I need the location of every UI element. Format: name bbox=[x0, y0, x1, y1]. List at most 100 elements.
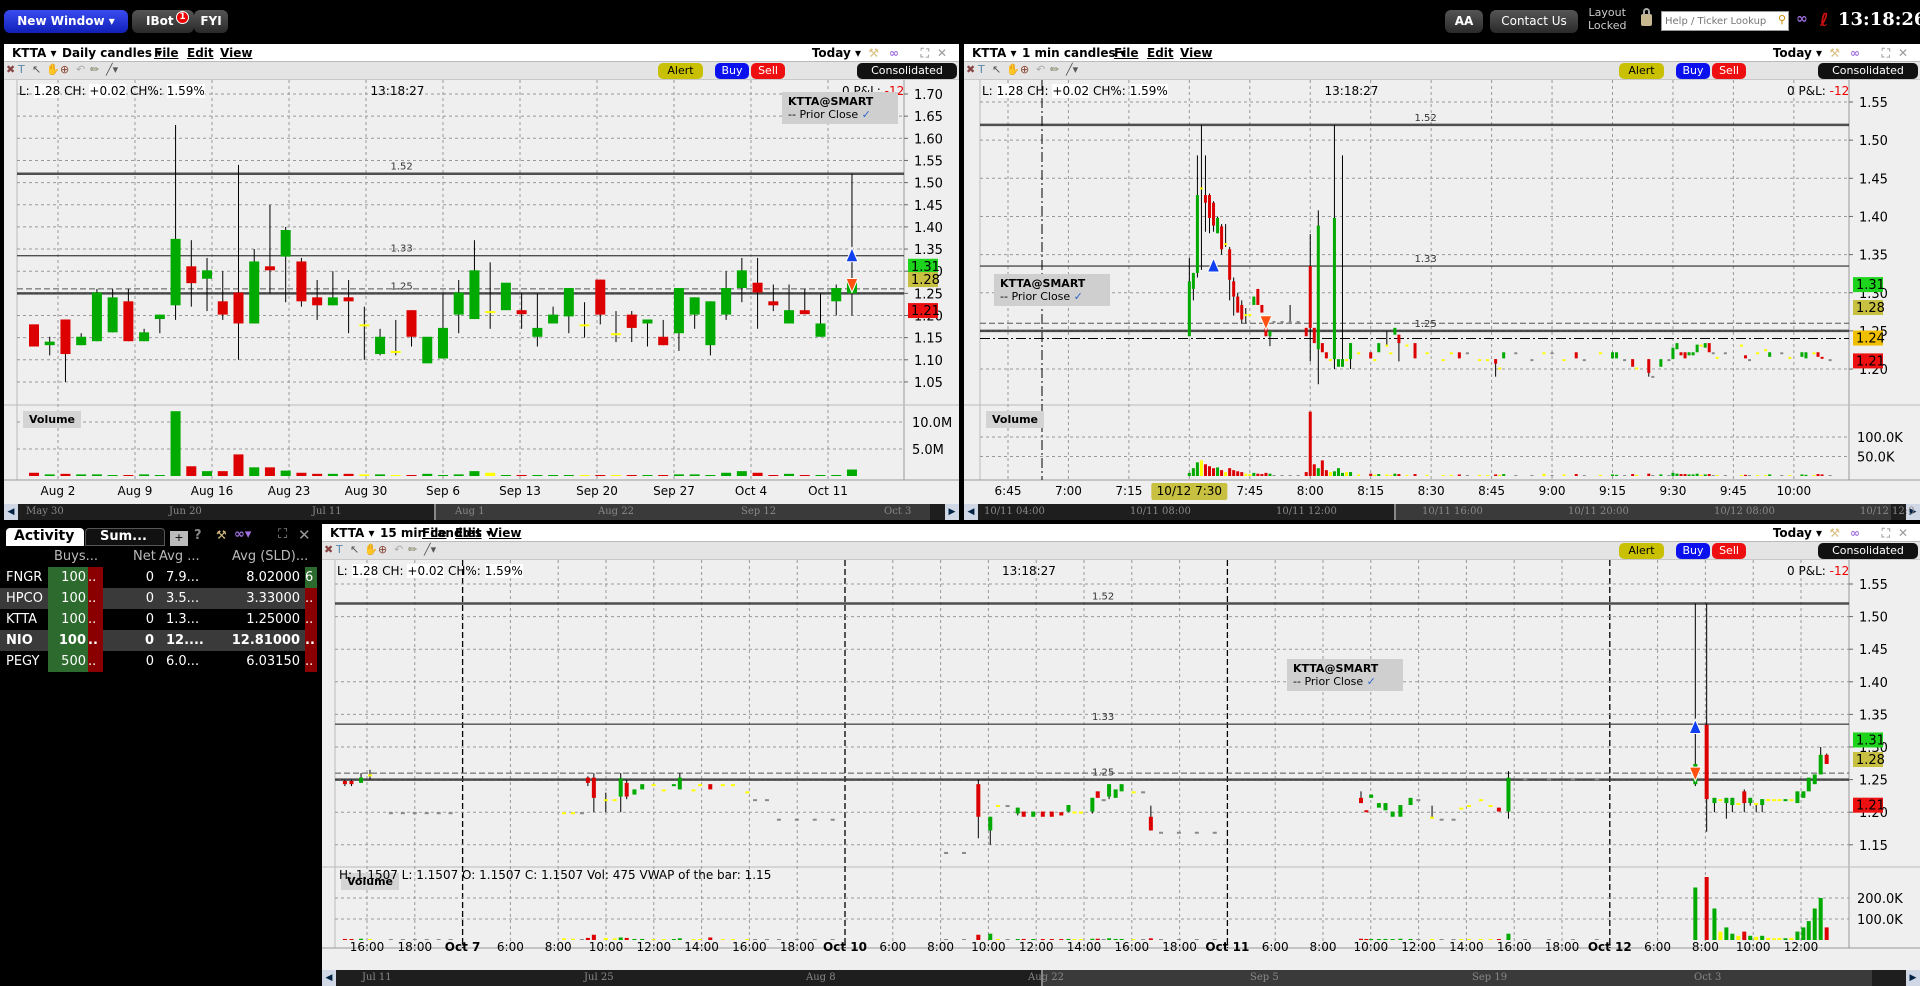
candle-body bbox=[1005, 805, 1010, 808]
ibot-button[interactable]: IBot 1 bbox=[132, 10, 194, 33]
scroll-right-button[interactable]: ▶ bbox=[945, 504, 959, 520]
activity-row[interactable]: HPCO 100.. 0 3.5... 3.33000.. bbox=[0, 588, 317, 609]
scroll-thumb[interactable] bbox=[1041, 970, 1873, 986]
ticker-lookup-input[interactable] bbox=[1662, 12, 1772, 30]
checkbox-icon[interactable]: ✓ bbox=[858, 108, 871, 121]
scroll-left-button[interactable]: ◀ bbox=[4, 504, 18, 520]
wrench-icon[interactable]: ⚒ bbox=[216, 528, 227, 542]
activity-tab[interactable]: Activity bbox=[6, 528, 84, 546]
candle-body bbox=[412, 812, 417, 815]
volume-bar bbox=[1369, 473, 1373, 476]
price-tag-label: 1.31 bbox=[1856, 733, 1885, 748]
volume-bar bbox=[1240, 472, 1244, 476]
link-icon[interactable]: ∞ bbox=[1796, 11, 1808, 27]
candle-body bbox=[1383, 803, 1388, 811]
candle-body bbox=[1131, 791, 1136, 794]
candle bbox=[29, 324, 39, 347]
volume-bar bbox=[107, 475, 118, 476]
volume-bar bbox=[249, 467, 260, 476]
candle-body bbox=[776, 818, 781, 821]
search-icon[interactable]: ⚲ bbox=[1778, 13, 1786, 26]
scroll-left-button[interactable]: ◀ bbox=[322, 970, 336, 986]
candle bbox=[1260, 304, 1264, 313]
activity-row[interactable]: KTTA 100.. 0 1.3... 1.25000.. bbox=[0, 609, 317, 630]
volume-bar bbox=[1530, 475, 1534, 476]
scroll-label: 10/12 08:00 bbox=[1714, 506, 1775, 517]
candle-body bbox=[1049, 811, 1054, 817]
candle bbox=[1377, 343, 1381, 353]
time-axis-label: 8:45 bbox=[1478, 484, 1505, 498]
candle-body bbox=[1015, 807, 1020, 814]
scroll-thumb[interactable] bbox=[433, 504, 931, 520]
time-axis-label: 10:00 bbox=[1736, 940, 1771, 954]
volume-bar bbox=[1441, 475, 1445, 476]
candle bbox=[1695, 344, 1699, 353]
ticker-lookup-field[interactable]: ⚲ bbox=[1661, 11, 1789, 31]
volume-bar bbox=[1723, 475, 1727, 476]
candle-body bbox=[139, 332, 150, 342]
volume-bar bbox=[784, 473, 795, 476]
candle-body bbox=[1304, 327, 1308, 337]
candle-body bbox=[1113, 789, 1118, 798]
candle-body bbox=[1199, 187, 1203, 190]
candle bbox=[1451, 818, 1456, 821]
new-window-button[interactable]: New Window ▾ bbox=[4, 10, 128, 33]
checkbox-icon[interactable]: ✓ bbox=[1363, 675, 1376, 688]
candle bbox=[1671, 347, 1675, 360]
candle-body bbox=[1228, 249, 1232, 280]
col-net[interactable]: Net bbox=[133, 546, 156, 567]
volume-bar bbox=[752, 472, 763, 476]
col-buys[interactable]: Buys... bbox=[54, 546, 98, 567]
notification-badge: 1 bbox=[176, 11, 189, 24]
expand-icon[interactable]: ⛶ bbox=[278, 527, 287, 542]
price-axis-label: 1.15 bbox=[1859, 839, 1888, 854]
volume-bar bbox=[1405, 474, 1409, 476]
volume-bar bbox=[1349, 472, 1353, 476]
checkbox-icon[interactable]: ✓ bbox=[1070, 290, 1083, 303]
activity-row[interactable]: PEGY 500.. 0 6.0... 6.03150.. bbox=[0, 651, 317, 672]
candle bbox=[1141, 791, 1146, 794]
candle bbox=[1059, 812, 1064, 816]
activity-row[interactable]: FNGR 100.. 0 7.9... 8.02000 6 bbox=[0, 567, 317, 588]
candle bbox=[1324, 352, 1328, 359]
candle bbox=[612, 799, 617, 802]
candle bbox=[1373, 359, 1377, 362]
scroll-left-button[interactable]: ◀ bbox=[964, 504, 978, 520]
candle bbox=[388, 812, 393, 815]
activity-row[interactable]: NIO 100.. 0 12.... 12.81000.. bbox=[0, 630, 317, 651]
help-icon[interactable]: ? bbox=[194, 528, 202, 543]
contact-us-button[interactable]: Contact Us bbox=[1490, 10, 1578, 33]
candle-body bbox=[1328, 359, 1332, 362]
scroll-right-button[interactable]: ▶ bbox=[1906, 970, 1920, 986]
candle-body bbox=[1712, 797, 1717, 804]
link-icon[interactable]: ∞▾ bbox=[234, 527, 251, 542]
volume-bar bbox=[1280, 475, 1284, 476]
lock-icon[interactable] bbox=[1641, 8, 1652, 26]
col-avg-sld[interactable]: Avg (SLD)... bbox=[232, 546, 308, 567]
candle-body bbox=[1611, 352, 1614, 359]
chart-legend: KTTA@SMART -- Prior Close ✓ bbox=[994, 274, 1110, 306]
candle-body bbox=[661, 789, 666, 792]
summary-tab[interactable]: Sum... bbox=[85, 528, 165, 546]
add-tab-button[interactable]: + bbox=[170, 531, 188, 546]
volume-bar bbox=[1385, 474, 1389, 476]
volume-bar bbox=[830, 939, 835, 940]
time-scrollbar[interactable]: ◀ ▶ Jul 11 Jul 25 Aug 8 Aug 22 Sep 5 Sep 19 Oct … bbox=[322, 970, 1920, 986]
row-avg-sld: 1.25000 bbox=[246, 612, 300, 627]
time-scrollbar[interactable]: ◀ ▶ 10/11 04:00 10/11 08:00 10/11 12:00 10/11… bbox=[964, 504, 1920, 520]
last-value: 1.28 bbox=[33, 84, 61, 98]
volume-bar bbox=[570, 938, 575, 940]
fyi-button[interactable]: FYI bbox=[194, 10, 228, 33]
volume-bar bbox=[1316, 468, 1320, 476]
candle-body bbox=[1377, 343, 1381, 353]
time-axis-label: 9:15 bbox=[1599, 484, 1626, 498]
candle bbox=[1113, 789, 1118, 798]
candle-body bbox=[1467, 805, 1472, 808]
volume-bar bbox=[1806, 921, 1811, 940]
col-avg[interactable]: Avg ... bbox=[159, 546, 200, 567]
volume-bar bbox=[1695, 473, 1699, 476]
scroll-label: 10/11 20:00 bbox=[1568, 506, 1629, 517]
close-icon[interactable]: ✕ bbox=[298, 526, 311, 544]
font-size-button[interactable]: AA bbox=[1445, 10, 1483, 33]
time-scrollbar[interactable]: ◀ ▶ May 30 Jun 20 Jul 11 Aug 1 Aug 22 Sep 12 Oct… bbox=[4, 504, 959, 520]
